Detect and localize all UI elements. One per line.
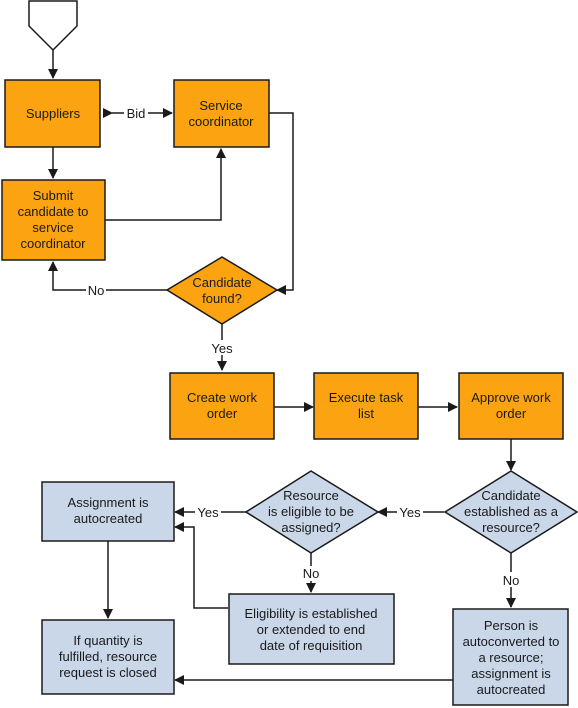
node-resource-eligible: Resource is eligible to be assigned?	[244, 470, 380, 554]
node-execute-task-list: Execute task list	[313, 372, 419, 440]
node-quantity-fulfilled-label-3: request is closed	[59, 665, 157, 680]
node-submit-candidate-label-2: candidate to	[18, 204, 89, 219]
flowchart-canvas: Bid No Yes Yes No Yes No Suppliers Servi…	[0, 0, 578, 708]
node-quantity-fulfilled-label-2: fulfilled, resource	[59, 649, 157, 664]
node-eligibility-established-label-1: Eligibility is established	[245, 606, 378, 621]
node-submit-candidate: Submit candidate to service coordinator	[1, 179, 106, 261]
node-candidate-established-label-3: resource?	[482, 520, 540, 535]
node-start	[28, 0, 78, 52]
node-candidate-found-label-2: found?	[202, 291, 242, 306]
node-resource-eligible-label-3: assigned?	[281, 520, 340, 535]
edge-label-established-yes: Yes	[399, 505, 421, 520]
node-quantity-fulfilled-label-1: If quantity is	[73, 633, 143, 648]
node-person-autoconverted-label-1: Person is	[484, 618, 539, 633]
edge-submit-to-service-coordinator	[105, 148, 226, 221]
edges	[48, 50, 516, 685]
node-submit-candidate-label-1: Submit	[33, 188, 74, 203]
node-approve-work-order-label-1: Approve work	[471, 390, 551, 405]
node-create-work-order-label-1: Create work	[187, 390, 258, 405]
node-service-coordinator-label-2: coordinator	[188, 114, 254, 129]
node-person-autoconverted-label-3: a resource;	[478, 650, 543, 665]
node-candidate-found: Candidate found?	[165, 256, 279, 325]
node-execute-task-list-label-2: list	[358, 406, 374, 421]
edge-eligibility-to-assignment	[174, 522, 228, 609]
node-create-work-order-label-2: order	[207, 406, 238, 421]
node-execute-task-list-label-1: Execute task	[329, 390, 404, 405]
node-eligibility-established-label-2: or extended to end	[257, 622, 365, 637]
node-create-work-order: Create work order	[169, 372, 275, 440]
node-candidate-established-label-1: Candidate	[481, 488, 540, 503]
node-resource-eligible-label-2: is eligible to be	[268, 504, 354, 519]
node-submit-candidate-label-4: coordinator	[20, 236, 86, 251]
node-candidate-established-label-2: established as a	[464, 504, 559, 519]
off-page-connector-shape	[28, 0, 78, 52]
node-eligibility-established: Eligibility is established or extended t…	[228, 593, 395, 665]
node-person-autoconverted-label-2: autoconverted to	[463, 634, 560, 649]
node-candidate-found-label-1: Candidate	[192, 275, 251, 290]
edge-label-candidate-found-no: No	[88, 283, 105, 298]
node-suppliers-label: Suppliers	[26, 106, 81, 121]
edge-label-established-no: No	[503, 573, 520, 588]
node-approve-work-order-label-2: order	[496, 406, 527, 421]
node-assignment-autocreated-label-2: autocreated	[74, 511, 143, 526]
node-eligibility-established-label-3: date of requisition	[260, 638, 363, 653]
node-resource-eligible-label-1: Resource	[283, 488, 339, 503]
node-candidate-established: Candidate established as a resource?	[443, 470, 578, 554]
edge-label-bid: Bid	[127, 106, 146, 121]
node-service-coordinator-label-1: Service	[199, 98, 242, 113]
edge-label-eligible-yes: Yes	[197, 505, 219, 520]
node-person-autoconverted-label-4: assignment is	[471, 666, 551, 681]
edge-service-coordinator-to-candidate-found	[269, 112, 294, 295]
node-person-autoconverted-label-5: autocreated	[477, 682, 546, 697]
node-service-coordinator: Service coordinator	[173, 79, 270, 148]
node-approve-work-order: Approve work order	[458, 372, 564, 440]
edge-candidate-found-no	[48, 261, 167, 291]
node-assignment-autocreated-label-1: Assignment is	[68, 495, 149, 510]
edge-label-candidate-found-yes: Yes	[211, 341, 233, 356]
node-person-autoconverted: Person is autoconverted to a resource; a…	[452, 608, 569, 706]
edge-label-eligible-no: No	[303, 566, 320, 581]
node-assignment-autocreated: Assignment is autocreated	[41, 481, 175, 542]
node-quantity-fulfilled: If quantity is fulfilled, resource reque…	[41, 619, 175, 695]
node-suppliers: Suppliers	[4, 79, 101, 148]
flowchart: Bid No Yes Yes No Yes No Suppliers Servi…	[1, 0, 578, 706]
node-submit-candidate-label-3: service	[32, 220, 73, 235]
